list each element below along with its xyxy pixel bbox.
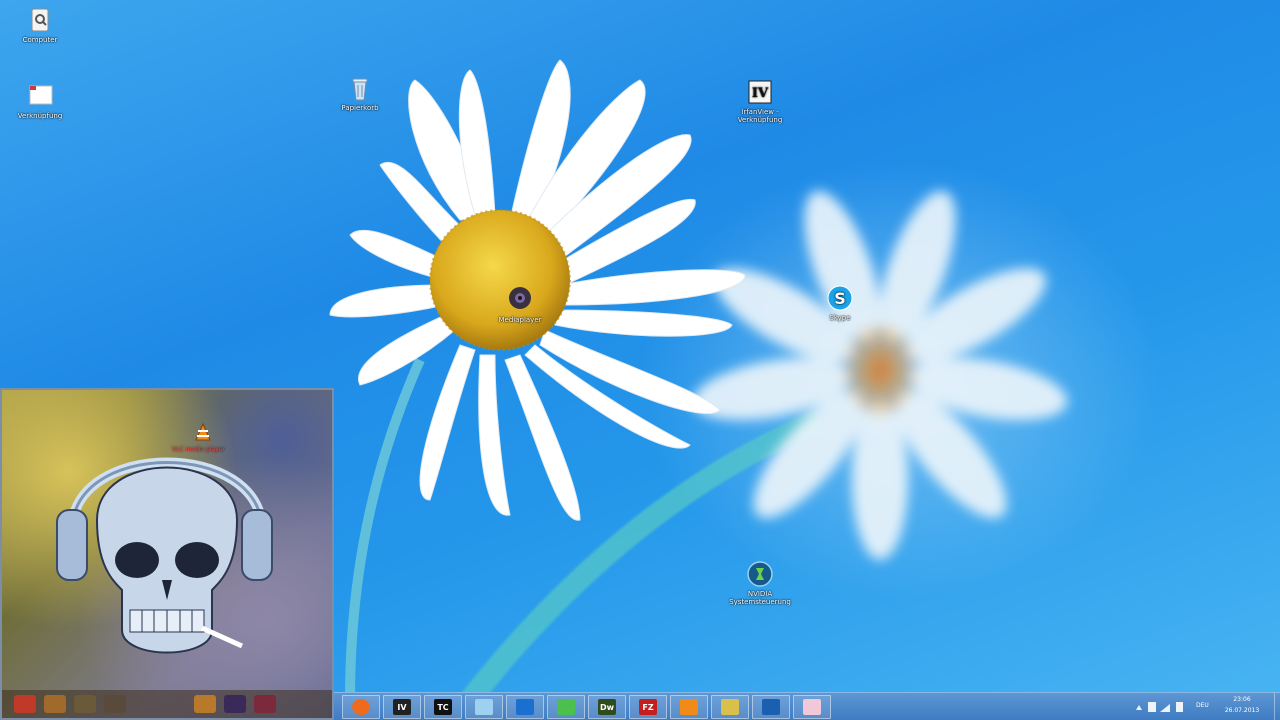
- desktop-icon-label: Mediaplayer: [498, 316, 542, 324]
- skull-artwork: [56, 457, 273, 654]
- dreamweaver-icon: Dw: [598, 699, 616, 715]
- clock-time[interactable]: 23:06: [1222, 696, 1262, 703]
- svg-text:IV: IV: [752, 86, 769, 101]
- show-desktop-button[interactable]: [1274, 693, 1280, 720]
- utorrent-icon: [557, 699, 575, 715]
- inset-taskbar-item: [194, 695, 216, 713]
- python-icon: [721, 699, 739, 715]
- taskbar-button-irfanview[interactable]: IV: [383, 695, 421, 719]
- vlc-icon: [680, 699, 698, 715]
- taskbar-button-python[interactable]: [711, 695, 749, 719]
- irfanview-icon: IV: [393, 699, 411, 715]
- inset-taskbar: [2, 690, 332, 718]
- taskbar-button-utorrent[interactable]: [547, 695, 585, 719]
- svg-text:S: S: [834, 289, 846, 308]
- flag-icon[interactable]: [1148, 702, 1156, 712]
- photo-viewer-icon: IV: [748, 80, 772, 104]
- total-commander-icon: TC: [434, 699, 452, 715]
- taskbar-button-firefox[interactable]: [342, 695, 380, 719]
- desktop-icon-irfanview[interactable]: IV IrfanView - Verknüpfung: [720, 78, 800, 124]
- vlc-icon[interactable]: [192, 422, 214, 444]
- taskbar-button-dreamweaver[interactable]: Dw: [588, 695, 626, 719]
- inset-taskbar-item: [224, 695, 246, 713]
- desktop-icon-label: NVIDIA Systemsteuerung: [729, 590, 791, 606]
- inset-taskbar-item: [14, 695, 36, 713]
- taskbar: IV TC Dw FZ DEU 23:06 26.07.2013: [334, 692, 1280, 720]
- media-icon: [762, 699, 780, 715]
- inset-taskbar-item: [74, 695, 96, 713]
- desktop-icon-label: Verknüpfung: [17, 112, 63, 120]
- volume-icon[interactable]: [1176, 702, 1183, 712]
- taskbar-button-teamviewer[interactable]: [506, 695, 544, 719]
- desktop-icon-label: Skype: [829, 314, 851, 322]
- desktop-icon-mediaplayer[interactable]: Mediaplayer: [480, 286, 560, 324]
- inset-desktop-preview: VLC media player: [0, 388, 334, 720]
- desktop-icon-skype[interactable]: S Skype: [800, 284, 880, 322]
- taskbar-button-filezilla[interactable]: FZ: [629, 695, 667, 719]
- desktop-icon-computer[interactable]: Computer: [0, 6, 80, 44]
- inset-taskbar-item: [254, 695, 276, 713]
- taskbar-button-media[interactable]: [752, 695, 790, 719]
- clock-date[interactable]: 26.07.2013: [1222, 707, 1262, 714]
- recycle-bin-icon: [352, 78, 368, 101]
- inset-icon-label: VLC media player: [172, 446, 226, 453]
- firefox-icon: [352, 699, 370, 715]
- desktop-icon-nvidia[interactable]: NVIDIA Systemsteuerung: [720, 560, 800, 606]
- language-indicator[interactable]: DEU: [1196, 702, 1209, 709]
- system-tray: DEU 23:06 26.07.2013: [1130, 693, 1280, 720]
- skype-icon: S: [827, 285, 853, 311]
- desktop-icon-label: IrfanView - Verknüpfung: [737, 108, 783, 124]
- taskbar-button-paint[interactable]: [793, 695, 831, 719]
- taskbar-button-total-commander[interactable]: TC: [424, 695, 462, 719]
- paint-icon: [803, 699, 821, 715]
- desktop-icon-folder[interactable]: Verknüpfung: [0, 82, 80, 120]
- teamviewer-icon: [516, 699, 534, 715]
- file-manager-icon: [475, 699, 493, 715]
- inset-taskbar-item: [44, 695, 66, 713]
- taskbar-button-vlc[interactable]: [670, 695, 708, 719]
- folder-icon: [29, 85, 53, 105]
- media-player-icon: [509, 287, 531, 309]
- inset-taskbar-item: [104, 695, 126, 713]
- filezilla-icon: FZ: [639, 699, 657, 715]
- network-icon[interactable]: [1160, 704, 1170, 712]
- taskbar-button-file-manager[interactable]: [465, 695, 503, 719]
- desktop-icon-label: Papierkorb: [341, 104, 379, 112]
- computer-icon: [31, 8, 49, 32]
- tray-arrow-icon[interactable]: [1136, 704, 1142, 710]
- desktop-icon-recycle-bin[interactable]: Papierkorb: [320, 74, 400, 112]
- desktop-icon-label: Computer: [22, 36, 58, 44]
- nvidia-icon: [747, 561, 773, 587]
